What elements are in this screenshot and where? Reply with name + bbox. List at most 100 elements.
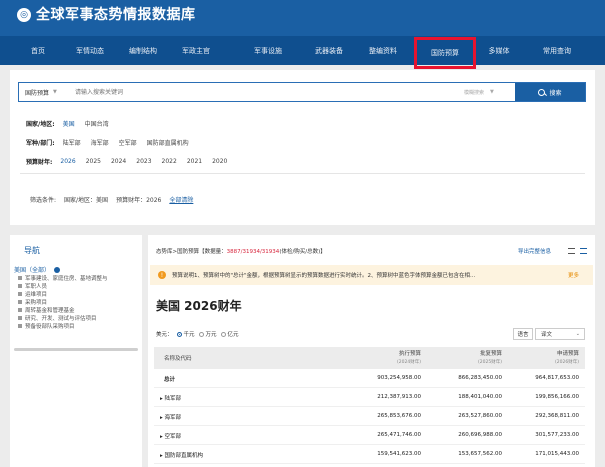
nav-item-reorganization[interactable]: 整编资料 [362, 36, 404, 65]
unit-option-label: 万元 [205, 332, 217, 338]
budget-notice: ! 预算说明1、预算树中的"总计"金额，根据预算树显示的预算数据进行实时统计。2… [150, 265, 593, 285]
column-header-approved: 批复预算 (2025财年) [422, 347, 502, 369]
row-name: ▸ 陆军部 [160, 396, 182, 402]
column-header-requested: 申请预算 (2026财年) [499, 347, 579, 369]
column-title: 执行预算 [398, 351, 421, 357]
filter-option[interactable]: 美国 [63, 119, 75, 128]
notice-text: 预算说明1、预算树中的"总计"金额，根据预算树显示的预算数据进行实时统计。2、预… [172, 273, 476, 279]
tree-item[interactable]: 运维项目 [14, 290, 138, 298]
breadcrumb-count: 3887/31934/31934 [226, 249, 280, 255]
clear-all-link[interactable]: 全部清除 [169, 195, 193, 204]
filter-option[interactable]: 空军部 [119, 138, 137, 147]
main-nav: 首页 军情动态 编制结构 军政主官 军事设施 武器装备 整编资料 国防预算 多媒… [0, 36, 605, 69]
nav-item-defense-budget[interactable]: 国防预算 [414, 37, 476, 69]
cell-executed: 903,254,958.00 [377, 375, 421, 381]
filter-option[interactable]: 2023 [136, 158, 151, 165]
chevron-down-icon: ⌄ [575, 331, 580, 337]
table-row[interactable]: ▸ 海军部 265,853,676.00 263,527,860.00 292,… [154, 407, 585, 426]
search-category-select[interactable]: 国防预算 ▼ [25, 83, 57, 101]
cell-executed: 265,471,746.00 [377, 432, 421, 438]
filter-option[interactable]: 2024 [111, 158, 126, 165]
filter-criteria: 筛选条件: 国家/地区：美国 预算财年：2026 全部清除 [30, 193, 201, 205]
table-row[interactable]: ▸ 陆军部 212,387,913.00 188,401,040.00 199,… [154, 388, 585, 407]
filter-option[interactable]: 国防部直属机构 [147, 138, 189, 147]
criteria-country: 国家/地区：美国 [64, 196, 109, 204]
nav-item-structure[interactable]: 编制结构 [122, 36, 164, 65]
filter-option[interactable]: 2020 [212, 158, 227, 165]
table-view-icon[interactable] [580, 248, 587, 254]
filter-label: 军种/部门: [26, 139, 55, 147]
tree-item-label: 采购项目 [25, 300, 48, 306]
filter-option[interactable]: 2026 [60, 158, 75, 165]
search-mode-label: 模糊搜索 [464, 89, 485, 96]
tree-item[interactable]: 军事建设、家庭住房、基地调整与 [14, 274, 138, 282]
tree-root-item[interactable]: 美国（全部） [14, 265, 61, 274]
breadcrumb-prefix: 态势库>国防预算【数据量： [156, 249, 227, 255]
search-category-label: 国防预算 [25, 89, 50, 97]
column-subtitle: (2026财年) [555, 360, 579, 365]
tree-nav-panel: 导航 美国（全部） 军事建设、家庭住房、基地调整与 军职人员 运维项目 采购项目… [10, 235, 142, 467]
table-header: 名称及代码 执行预算 (2024财年) 批复预算 (2025财年) 申请预算 (… [154, 347, 585, 369]
tree-list: 军事建设、家庭住房、基地调整与 军职人员 运维项目 采购项目 周转基金和管理基金… [14, 274, 138, 330]
cell-requested: 301,577,233.00 [535, 432, 579, 438]
filter-option[interactable]: 2025 [86, 158, 101, 165]
nav-item-multimedia[interactable]: 多媒体 [480, 36, 518, 65]
horizontal-scrollbar[interactable] [14, 348, 138, 351]
search-mode-select[interactable]: 模糊搜索 ▼ [464, 83, 494, 101]
unit-option-label: 亿元 [227, 332, 239, 338]
tree-item[interactable]: 周转基金和管理基金 [14, 306, 138, 314]
cell-requested: 964,817,653.00 [535, 375, 579, 381]
list-view-icon[interactable] [568, 248, 575, 254]
filter-option[interactable]: 中国台湾 [85, 119, 109, 128]
unit-selector: 美元： 千元 万元 亿元 [156, 330, 239, 338]
table-row[interactable]: ▸ 空军部 265,471,746.00 260,696,988.00 301,… [154, 426, 585, 445]
nav-item-home[interactable]: 首页 [18, 36, 58, 65]
filter-option[interactable]: 2022 [162, 158, 177, 165]
row-name: ▸ 空军部 [160, 434, 182, 440]
cell-approved: 263,527,860.00 [458, 413, 502, 419]
chevron-down-icon: ▼ [53, 89, 57, 95]
notice-more-link[interactable]: 更多 [568, 271, 579, 279]
cell-executed: 265,853,676.00 [377, 413, 421, 419]
language-select[interactable]: 译文 ⌄ [535, 328, 585, 340]
app-title: 全球军事态势情报数据库 [36, 7, 196, 23]
filter-year: 预算财年: 2026 2025 2024 2023 2022 2021 2020 [26, 155, 237, 167]
nav-item-facilities[interactable]: 军事设施 [247, 36, 289, 65]
nav-panel-title: 导航 [24, 246, 40, 255]
column-subtitle: (2024财年) [397, 360, 421, 365]
criteria-label: 筛选条件: [30, 196, 57, 204]
row-name: ▸ 海军部 [160, 415, 182, 421]
filter-option[interactable]: 陆军部 [63, 138, 81, 147]
search-input[interactable] [75, 86, 375, 98]
chevron-down-icon: ▼ [490, 89, 494, 95]
budget-table: 名称及代码 执行预算 (2024财年) 批复预算 (2025财年) 申请预算 (… [154, 347, 585, 464]
filter-option[interactable]: 海军部 [91, 138, 109, 147]
column-header-name: 名称及代码 [164, 356, 192, 362]
nav-item-news[interactable]: 军情动态 [69, 36, 111, 65]
cell-requested: 171,015,443.00 [535, 451, 579, 457]
nav-item-common-query[interactable]: 常用查询 [533, 36, 581, 65]
tree-item[interactable]: 采购项目 [14, 298, 138, 306]
tree-item[interactable]: 预备役部队采购项目 [14, 322, 138, 330]
column-header-executed: 执行预算 (2024财年) [341, 347, 421, 369]
tree-item[interactable]: 研究、开发、测试与评估项目 [14, 314, 138, 322]
radio-thousand[interactable] [176, 331, 182, 337]
cell-approved: 188,401,040.00 [458, 394, 502, 400]
export-link[interactable]: 导出完整信息 [518, 247, 551, 255]
cell-approved: 866,283,450.00 [458, 375, 502, 381]
search-button[interactable]: 搜索 [515, 83, 585, 101]
table-row-total[interactable]: 总计 903,254,958.00 866,283,450.00 964,817… [154, 369, 585, 388]
radio-ten-thousand[interactable] [198, 331, 204, 337]
tree-root-label: 美国（全部） [14, 267, 51, 274]
table-row[interactable]: ▸ 国防部直属机构 159,541,623.00 153,657,562.00 … [154, 445, 585, 464]
cell-approved: 153,657,562.00 [458, 451, 502, 457]
filter-branch: 军种/部门: 陆军部 海军部 空军部 国防部直属机构 [26, 136, 199, 148]
search-icon [538, 88, 546, 96]
nav-item-officials[interactable]: 军政主官 [175, 36, 217, 65]
language-label: 语言 [513, 328, 533, 340]
row-name: 总计 [164, 377, 176, 383]
radio-hundred-million[interactable] [220, 331, 226, 337]
filter-option[interactable]: 2021 [187, 158, 202, 165]
tree-item[interactable]: 军职人员 [14, 282, 138, 290]
nav-item-weapons[interactable]: 武器装备 [308, 36, 350, 65]
